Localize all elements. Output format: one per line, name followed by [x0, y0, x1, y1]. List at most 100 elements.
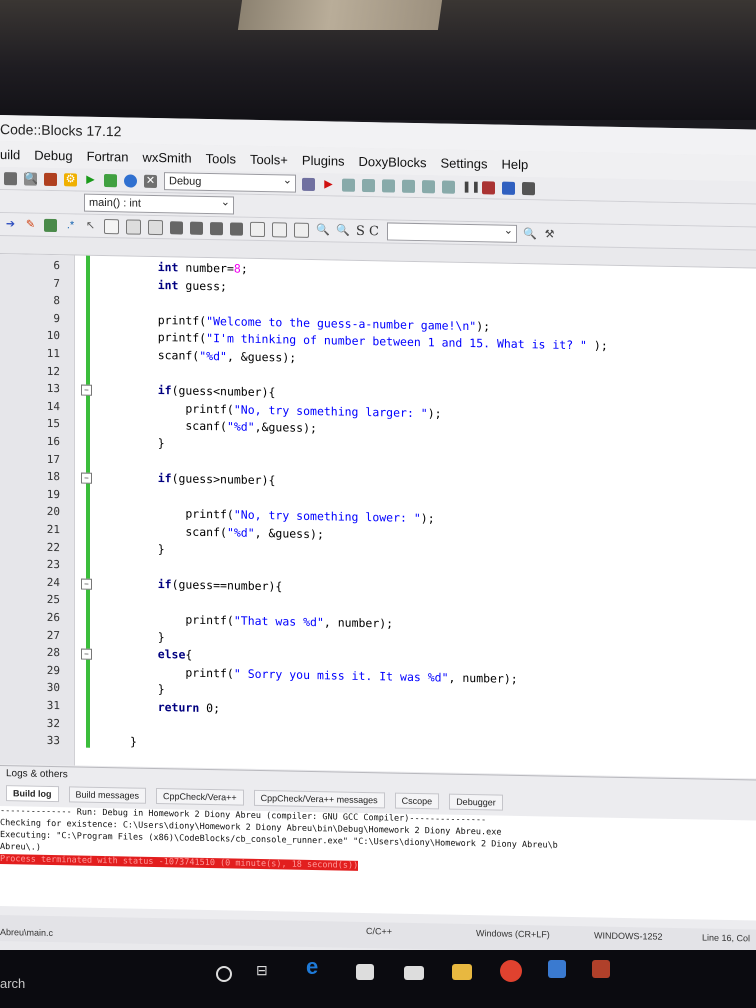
menu-item[interactable]: Fortran [87, 148, 129, 164]
zoom-in-icon[interactable]: 🔍 [316, 224, 330, 237]
codeblocks-taskbar-icon[interactable] [592, 960, 610, 978]
block-2-icon[interactable] [190, 221, 203, 235]
fold-toggle-icon[interactable]: − [81, 472, 92, 484]
next-line-icon[interactable] [362, 178, 375, 192]
zoom-out-icon[interactable]: 🔍 [336, 224, 350, 237]
highlight-pen-icon[interactable]: ✎ [24, 218, 37, 231]
replace-icon[interactable] [44, 172, 57, 186]
code-line[interactable]: if(guess<number){ [130, 383, 276, 399]
code-line[interactable]: if(guess==number){ [130, 576, 283, 593]
code-line[interactable]: scanf("%d", &guess); [130, 523, 324, 542]
code-line[interactable]: return 0; [130, 699, 220, 715]
window-title: Code::Blocks 17.12 [0, 121, 122, 140]
code-line[interactable]: scanf("%d",&guess); [130, 418, 317, 436]
code-line[interactable]: int guess; [130, 277, 227, 293]
box-2-icon[interactable] [272, 221, 287, 238]
build-target-select[interactable]: Debug [164, 172, 296, 193]
rebuild-icon[interactable] [124, 173, 137, 188]
code-line[interactable]: printf(" Sorry you miss it. It was %d", … [130, 664, 517, 685]
edge-browser-icon[interactable]: e [306, 954, 328, 979]
step-into-instruction-icon[interactable] [442, 179, 455, 194]
menu-item[interactable]: Help [501, 156, 528, 172]
function-scope-select[interactable]: main() : int [84, 193, 234, 215]
menu-item[interactable]: Tools+ [250, 151, 288, 167]
line-number: 28 [46, 646, 60, 660]
menu-item[interactable]: Debug [34, 147, 72, 163]
run-to-cursor-icon[interactable] [342, 178, 355, 192]
code-line[interactable]: } [130, 435, 165, 450]
code-line[interactable]: } [130, 682, 165, 696]
line-number: 14 [46, 399, 60, 413]
logs-tab[interactable]: CppCheck/Vera++ messages [253, 789, 385, 809]
info-icon[interactable] [522, 181, 535, 195]
mail-icon[interactable] [404, 966, 424, 980]
logs-tab[interactable]: Build messages [68, 786, 147, 804]
block-3-icon[interactable] [210, 221, 223, 235]
store-icon[interactable] [356, 964, 374, 980]
code-line[interactable]: int number=8; [130, 259, 248, 276]
line-number: 29 [46, 663, 60, 677]
next-instruction-icon[interactable] [422, 179, 435, 193]
debug-windows-icon[interactable] [502, 181, 515, 195]
block-1-icon[interactable] [170, 220, 183, 235]
search-letters[interactable]: S C [356, 223, 379, 238]
chrome-icon[interactable] [500, 960, 522, 982]
status-cursor-position: Line 16, Col [702, 932, 751, 944]
build-gear-icon[interactable]: ⚙ [64, 172, 77, 186]
pause-icon[interactable]: ❚❚ [462, 180, 480, 193]
menu-item[interactable]: DoxyBlocks [359, 153, 427, 169]
new-file-icon[interactable] [4, 171, 17, 185]
code-line[interactable]: else{ [130, 647, 193, 662]
block-4-icon[interactable] [230, 221, 243, 236]
step-into-icon[interactable] [382, 178, 395, 193]
image-icon[interactable] [126, 218, 141, 235]
fold-toggle-icon[interactable]: − [81, 384, 92, 396]
menu-item[interactable]: Settings [440, 155, 487, 171]
code-line[interactable]: } [130, 541, 165, 556]
line-number: 33 [46, 734, 60, 748]
frame-icon[interactable] [148, 219, 163, 235]
code-line[interactable]: scanf("%d", &guess); [130, 347, 297, 365]
grid-icon[interactable] [44, 218, 57, 232]
code-line[interactable]: } [130, 735, 137, 749]
rectangle-icon[interactable] [104, 218, 119, 234]
build-run-icon[interactable] [104, 173, 117, 187]
app-icon[interactable] [548, 960, 566, 978]
menu-item[interactable]: Plugins [302, 152, 345, 168]
taskbar-search-text[interactable]: arch [0, 976, 25, 991]
box-3-icon[interactable] [294, 222, 309, 238]
menu-item[interactable]: uild [0, 147, 20, 162]
line-number: 8 [53, 294, 60, 308]
run-icon[interactable]: ▶ [84, 173, 97, 186]
logs-tab[interactable]: CppCheck/Vera++ [156, 787, 244, 806]
abort-icon[interactable]: ✕ [144, 174, 157, 188]
jump-arrow-icon[interactable]: ➔ [4, 218, 17, 231]
file-explorer-icon[interactable] [452, 964, 472, 980]
regex-icon[interactable]: .* [64, 219, 77, 232]
logs-tab[interactable]: Cscope [394, 792, 440, 810]
search-icon[interactable]: 🔍 [24, 171, 38, 186]
code-line[interactable]: } [130, 629, 165, 644]
fold-toggle-icon[interactable]: − [81, 648, 92, 660]
code-line[interactable]: if(guess>number){ [130, 471, 276, 487]
logs-tab[interactable]: Debugger [449, 793, 503, 811]
stop-debug-icon[interactable] [482, 180, 495, 195]
step-out-icon[interactable] [402, 179, 415, 193]
fold-toggle-icon[interactable]: − [81, 578, 92, 590]
pointer-icon[interactable]: ↖ [84, 219, 97, 232]
target-options-icon[interactable] [302, 177, 315, 191]
code-line[interactable]: printf("That was %d", number); [130, 611, 393, 631]
debug-run-icon[interactable]: ▶ [322, 178, 335, 191]
search-combo[interactable] [387, 222, 517, 243]
code-line[interactable]: printf("No, try something larger: "); [130, 400, 441, 420]
code-editor[interactable]: 6 int number=8; 7 int guess; 8 9 printf("We… [0, 253, 756, 779]
code-line[interactable]: printf("No, try something lower: "); [130, 506, 434, 526]
logs-tab[interactable]: Build log [6, 785, 59, 803]
menu-item[interactable]: wxSmith [142, 149, 191, 165]
menu-item[interactable]: Tools [206, 150, 236, 166]
box-1-icon[interactable] [250, 221, 265, 237]
cortana-icon[interactable] [216, 966, 232, 982]
task-view-icon[interactable]: ⊟ [256, 962, 278, 984]
find-icon[interactable]: 🔍 [523, 228, 537, 241]
tools-icon[interactable]: ⚒ [543, 228, 556, 241]
